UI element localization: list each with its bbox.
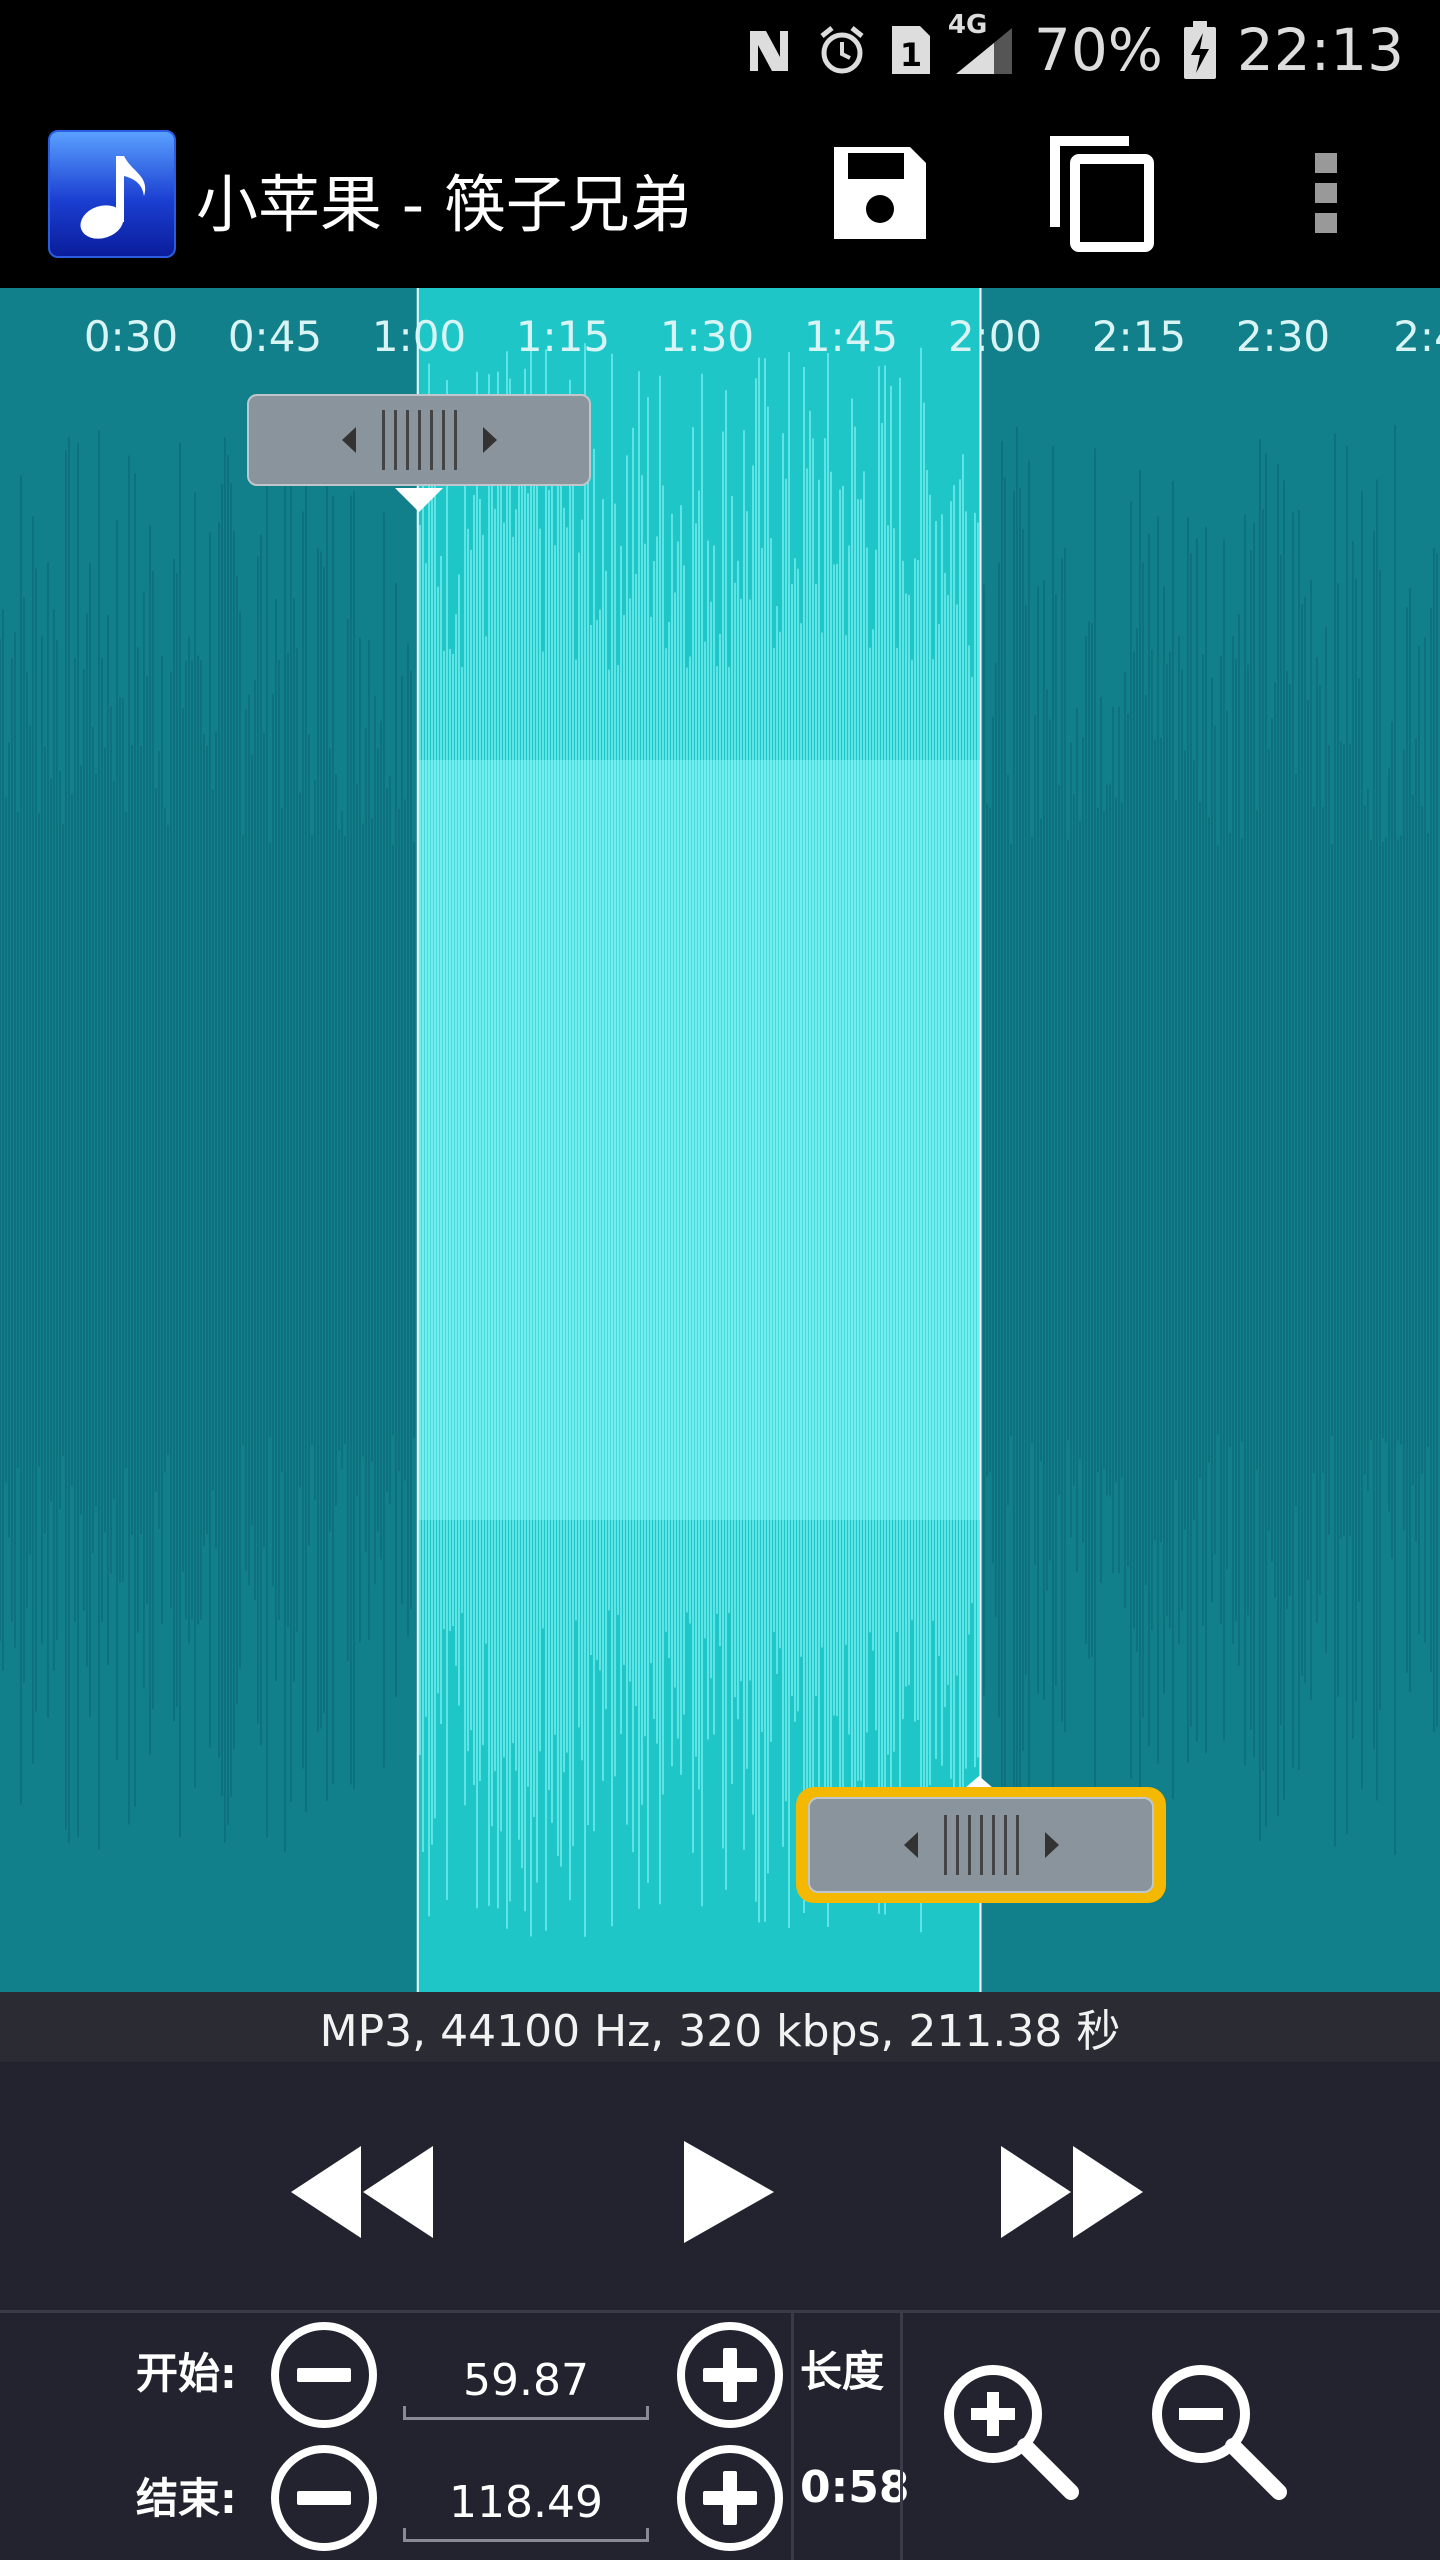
status-icons: 1 4G 70% 22:13 xyxy=(742,10,1404,86)
rewind-icon xyxy=(291,2146,433,2238)
status-bar: 1 4G 70% 22:13 xyxy=(0,0,1440,100)
start-decrement-button[interactable] xyxy=(271,2322,377,2428)
end-marker-focus-ring xyxy=(796,1787,1166,1903)
play-button[interactable] xyxy=(628,2122,828,2262)
end-marker-handle[interactable] xyxy=(808,1797,1154,1893)
signal-icon: 4G xyxy=(948,10,1016,78)
ruler-tick-label: 2:00 xyxy=(947,312,1043,361)
save-button[interactable] xyxy=(815,128,945,258)
waveform-canvas xyxy=(0,288,1440,1992)
right-arrow-icon xyxy=(1044,1832,1059,1858)
start-increment-button[interactable] xyxy=(677,2322,783,2428)
play-icon xyxy=(684,2141,774,2243)
ruler-tick-label: 1:30 xyxy=(659,312,755,361)
app-icon[interactable] xyxy=(48,130,176,258)
left-arrow-icon xyxy=(903,1832,918,1858)
start-label: 开始: xyxy=(136,2349,237,2398)
ruler-tick-label: 1:45 xyxy=(803,312,899,361)
nfc-icon xyxy=(742,23,796,77)
plus-icon-vertical xyxy=(723,2471,737,2525)
right-arrow-icon xyxy=(482,427,497,453)
ruler-tick-label: 1:15 xyxy=(515,312,611,361)
ruler-tick-label: 0:30 xyxy=(83,312,179,361)
transport-controls xyxy=(0,2062,1440,2312)
ruler-tick-label: 2:30 xyxy=(1235,312,1331,361)
save-icon xyxy=(834,147,926,239)
end-decrement-button[interactable] xyxy=(271,2445,377,2551)
grip-icon xyxy=(943,1815,1019,1875)
ruler-tick-label: 2:15 xyxy=(1091,312,1187,361)
battery-percent: 70% xyxy=(1033,16,1163,84)
end-label: 结束: xyxy=(136,2474,237,2523)
minus-icon xyxy=(297,2491,351,2505)
zoom-in-icon xyxy=(944,2365,1079,2500)
length-value: 0:58 xyxy=(800,2462,910,2513)
plus-icon-vertical xyxy=(723,2348,737,2402)
end-time-field[interactable]: 118.49 xyxy=(403,2470,649,2542)
overflow-menu-button[interactable] xyxy=(1262,128,1392,258)
minus-icon xyxy=(297,2368,351,2382)
ruler-tick-label: 2:4 xyxy=(1393,312,1440,361)
waveform-view[interactable]: 0:30 0:45 1:00 1:15 1:30 1:45 2:00 2:15 2:30 2:4 xyxy=(0,288,1440,1992)
song-title: 小苹果 - 筷子兄弟 xyxy=(196,168,692,241)
start-marker-pointer xyxy=(395,488,443,512)
copy-button[interactable] xyxy=(1037,128,1167,258)
overflow-menu-icon xyxy=(1315,153,1337,233)
copy-icon xyxy=(1050,136,1154,252)
start-marker-handle[interactable] xyxy=(247,394,591,486)
ruler-tick-label: 1:00 xyxy=(371,312,467,361)
fast-forward-button[interactable] xyxy=(972,2122,1172,2262)
music-note-icon xyxy=(80,156,146,239)
zoom-out-icon xyxy=(1152,2365,1287,2500)
svg-text:1: 1 xyxy=(900,36,922,74)
clock: 22:13 xyxy=(1236,16,1404,84)
grip-icon xyxy=(381,410,457,470)
battery-charging-icon xyxy=(1181,19,1219,81)
column-divider xyxy=(791,2312,794,2560)
column-divider xyxy=(900,2312,903,2560)
start-time-field[interactable]: 59.87 xyxy=(403,2348,649,2420)
left-arrow-icon xyxy=(341,427,356,453)
zoom-out-button[interactable] xyxy=(1143,2356,1293,2506)
ruler-tick-label: 0:45 xyxy=(227,312,323,361)
length-label: 长度 xyxy=(800,2347,885,2396)
zoom-in-button[interactable] xyxy=(935,2356,1085,2506)
action-bar: 小苹果 - 筷子兄弟 xyxy=(0,100,1440,388)
end-increment-button[interactable] xyxy=(677,2445,783,2551)
network-type: 4G xyxy=(947,10,988,40)
fast-forward-icon xyxy=(1001,2146,1143,2238)
waveform-core xyxy=(417,760,981,1520)
controls-divider xyxy=(0,2310,1440,2313)
alarm-icon xyxy=(814,22,870,78)
rewind-button[interactable] xyxy=(262,2122,462,2262)
file-info: MP3, 44100 Hz, 320 kbps, 211.38 秒 xyxy=(0,1992,1440,2062)
sim-icon: 1 xyxy=(888,22,934,78)
